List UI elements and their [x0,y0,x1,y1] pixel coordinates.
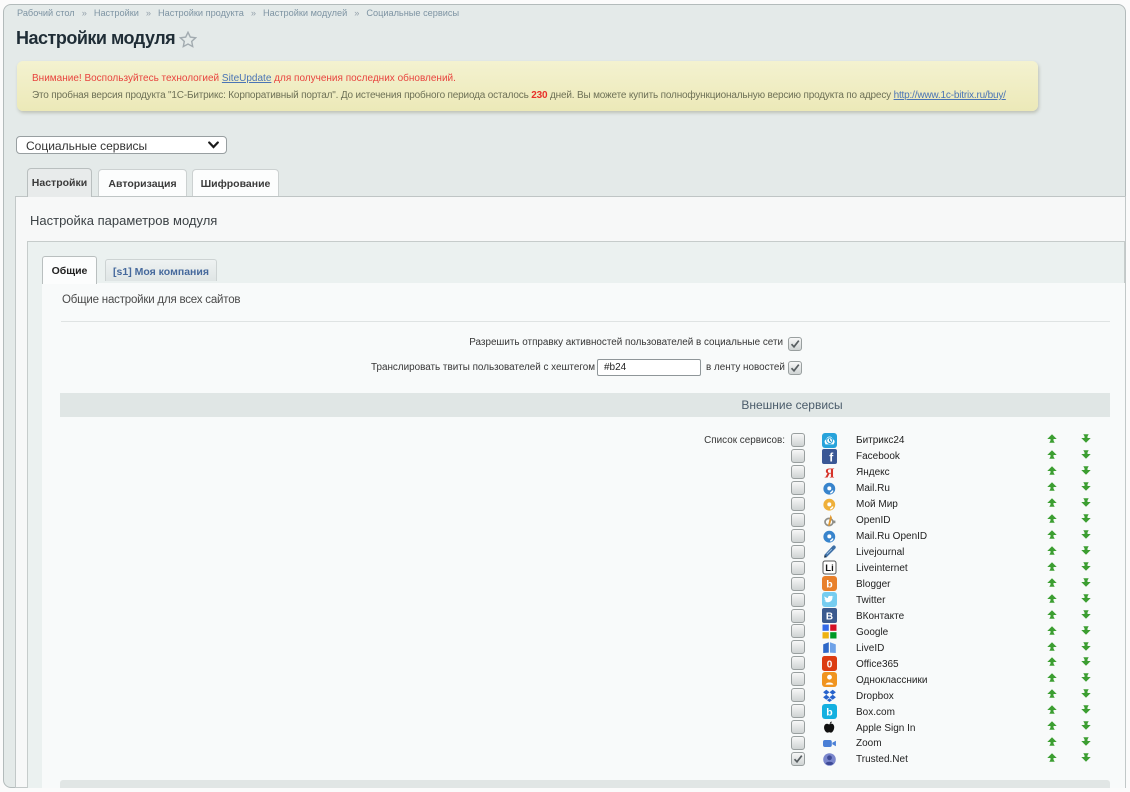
svg-text:Li: Li [825,564,833,575]
svg-text:В: В [826,612,833,623]
svg-text:b: b [826,579,832,591]
svg-text:0: 0 [827,660,833,671]
svg-text:Я: Я [825,465,835,480]
svg-text:b: b [826,706,832,718]
